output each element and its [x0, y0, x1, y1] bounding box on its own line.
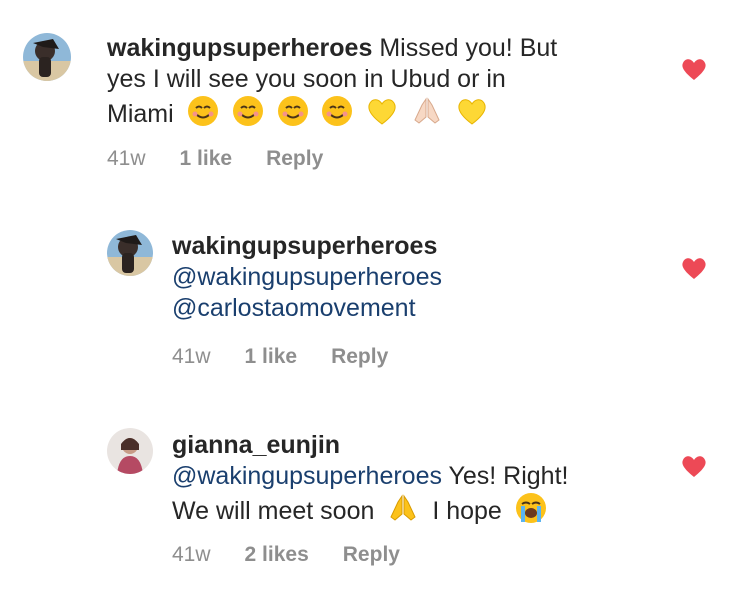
likes-count[interactable]: 1 like	[245, 345, 298, 369]
heart-icon[interactable]	[681, 256, 707, 280]
smiling-face-icon	[322, 96, 353, 126]
username[interactable]: wakingupsuperheroes	[107, 34, 372, 62]
comment-text-line: yes I will see you soon in Ubud or in	[107, 65, 506, 93]
heart-icon[interactable]	[681, 57, 707, 81]
heart-icon[interactable]	[681, 454, 707, 478]
folded-hands-icon	[390, 494, 416, 521]
yellow-heart-icon	[368, 99, 397, 125]
smiling-face-icon	[187, 96, 218, 126]
crying-face-icon	[515, 493, 546, 523]
comment-age: 41w	[107, 147, 146, 170]
comment-age: 41w	[172, 543, 211, 566]
mention-link[interactable]: @wakingupsuperheroes	[172, 262, 672, 293]
comment-text: gianna_eunjin @wakingupsuperheroes Yes! …	[172, 430, 672, 527]
comment-text-line: Miami	[107, 100, 174, 128]
smiling-face-icon	[232, 96, 263, 126]
beach-photo-icon	[107, 230, 153, 276]
avatar[interactable]	[23, 33, 71, 81]
comment-meta: 41w 1 like Reply	[107, 147, 357, 171]
beach-photo-icon	[23, 33, 71, 81]
comment-text-line: We will meet soon	[172, 497, 375, 525]
comment-text-line: Yes! Right!	[448, 462, 569, 490]
comment-text: wakingupsuperheroes @wakingupsuperheroes…	[172, 231, 672, 324]
comment-meta: 41w 2 likes Reply	[172, 543, 434, 567]
reply-button[interactable]: Reply	[266, 147, 323, 171]
comment-text: wakingupsuperheroes Missed you! But yes I…	[107, 33, 667, 130]
avatar[interactable]	[107, 230, 153, 276]
smiling-face-icon	[277, 96, 308, 126]
folded-hands-icon	[414, 97, 441, 124]
username[interactable]: wakingupsuperheroes	[172, 232, 437, 260]
mention-link[interactable]: @carlostaomovement	[172, 293, 672, 324]
yellow-heart-icon	[458, 99, 486, 125]
reply-button[interactable]: Reply	[331, 345, 388, 369]
mention-link[interactable]: @wakingupsuperheroes	[172, 462, 442, 490]
likes-count[interactable]: 1 like	[180, 147, 233, 171]
likes-count[interactable]: 2 likes	[245, 543, 309, 567]
comment-text-line: I hope	[432, 497, 502, 525]
comment-text-line: Missed you! But	[379, 34, 558, 62]
username[interactable]: gianna_eunjin	[172, 431, 340, 459]
avatar[interactable]	[107, 428, 153, 474]
reply-button[interactable]: Reply	[343, 543, 400, 567]
person-photo-icon	[107, 428, 153, 474]
comment-age: 41w	[172, 345, 211, 368]
comment-meta: 41w 1 like Reply	[172, 345, 422, 369]
